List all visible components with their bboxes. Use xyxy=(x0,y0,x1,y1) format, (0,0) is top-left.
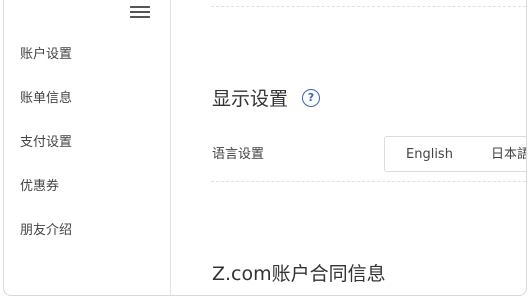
sidebar: 账户设置 账单信息 支付设置 优惠券 朋友介绍 xyxy=(4,0,171,295)
app-window: 账户设置 账单信息 支付设置 优惠券 朋友介绍 显示设置 ? 语言设置 Engl… xyxy=(3,0,527,296)
question-circle-icon[interactable]: ? xyxy=(302,89,320,107)
display-settings-title: 显示设置 xyxy=(212,88,289,110)
language-option-english[interactable]: English xyxy=(406,147,453,163)
sidebar-item-account-settings[interactable]: 账户设置 xyxy=(20,47,72,63)
divider xyxy=(211,181,526,182)
language-switcher: English 日本語 xyxy=(384,136,526,172)
language-settings-label: 语言设置 xyxy=(212,147,265,162)
main-content: 显示设置 ? 语言设置 English 日本語 Z.com账户合同信息 xyxy=(171,0,526,295)
sidebar-item-referral[interactable]: 朋友介绍 xyxy=(20,223,72,239)
sidebar-item-billing-info[interactable]: 账单信息 xyxy=(20,91,72,107)
divider xyxy=(211,6,526,7)
sidebar-item-payment-settings[interactable]: 支付设置 xyxy=(20,135,72,151)
contract-info-title: Z.com账户合同信息 xyxy=(212,263,386,285)
hamburger-menu-icon[interactable] xyxy=(130,6,150,20)
sidebar-item-coupons[interactable]: 优惠券 xyxy=(20,179,59,195)
language-option-japanese[interactable]: 日本語 xyxy=(491,147,526,163)
